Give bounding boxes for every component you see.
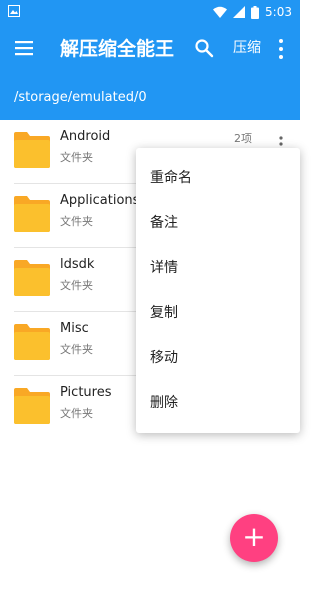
status-bar: 5:03 — [0, 0, 300, 24]
file-type: 文件夹 — [60, 279, 93, 292]
menu-item-move[interactable]: 移动 — [150, 348, 178, 368]
file-name: Applications — [60, 193, 140, 208]
clock: 5:03 — [265, 5, 292, 19]
file-name: Android — [60, 129, 111, 144]
search-icon[interactable] — [194, 38, 214, 58]
file-name: Misc — [60, 321, 89, 336]
compress-button[interactable]: 压缩 — [233, 38, 261, 58]
app-toolbar: 解压缩全能王 压缩 — [0, 24, 300, 76]
menu-item-delete[interactable]: 删除 — [150, 393, 178, 413]
folder-icon — [14, 196, 50, 232]
item-count: 2项 — [234, 132, 252, 145]
menu-icon[interactable] — [14, 38, 34, 58]
path-breadcrumb: /storage/emulated/0 — [0, 76, 300, 120]
file-type: 文件夹 — [60, 215, 93, 228]
app-title: 解压缩全能王 — [60, 38, 175, 60]
folder-icon — [14, 132, 50, 168]
wifi-icon — [213, 6, 228, 18]
menu-item-copy[interactable]: 复制 — [150, 303, 178, 323]
battery-icon — [251, 5, 260, 19]
file-type: 文件夹 — [60, 343, 93, 356]
add-fab-button[interactable]: + — [230, 514, 278, 562]
signal-icon — [233, 6, 246, 18]
current-path[interactable]: /storage/emulated/0 — [14, 89, 147, 107]
more-vert-icon[interactable] — [276, 38, 286, 60]
menu-item-note[interactable]: 备注 — [150, 213, 178, 233]
menu-item-details[interactable]: 详情 — [150, 258, 178, 278]
file-name: Pictures — [60, 385, 112, 400]
file-type: 文件夹 — [60, 407, 93, 420]
image-notification-icon — [8, 5, 20, 17]
file-name: ldsdk — [60, 257, 95, 272]
folder-icon — [14, 324, 50, 360]
file-type: 文件夹 — [60, 151, 93, 164]
menu-item-rename[interactable]: 重命名 — [150, 168, 192, 188]
folder-icon — [14, 260, 50, 296]
folder-icon — [14, 388, 50, 424]
context-menu: 重命名 备注 详情 复制 移动 删除 — [136, 148, 300, 433]
